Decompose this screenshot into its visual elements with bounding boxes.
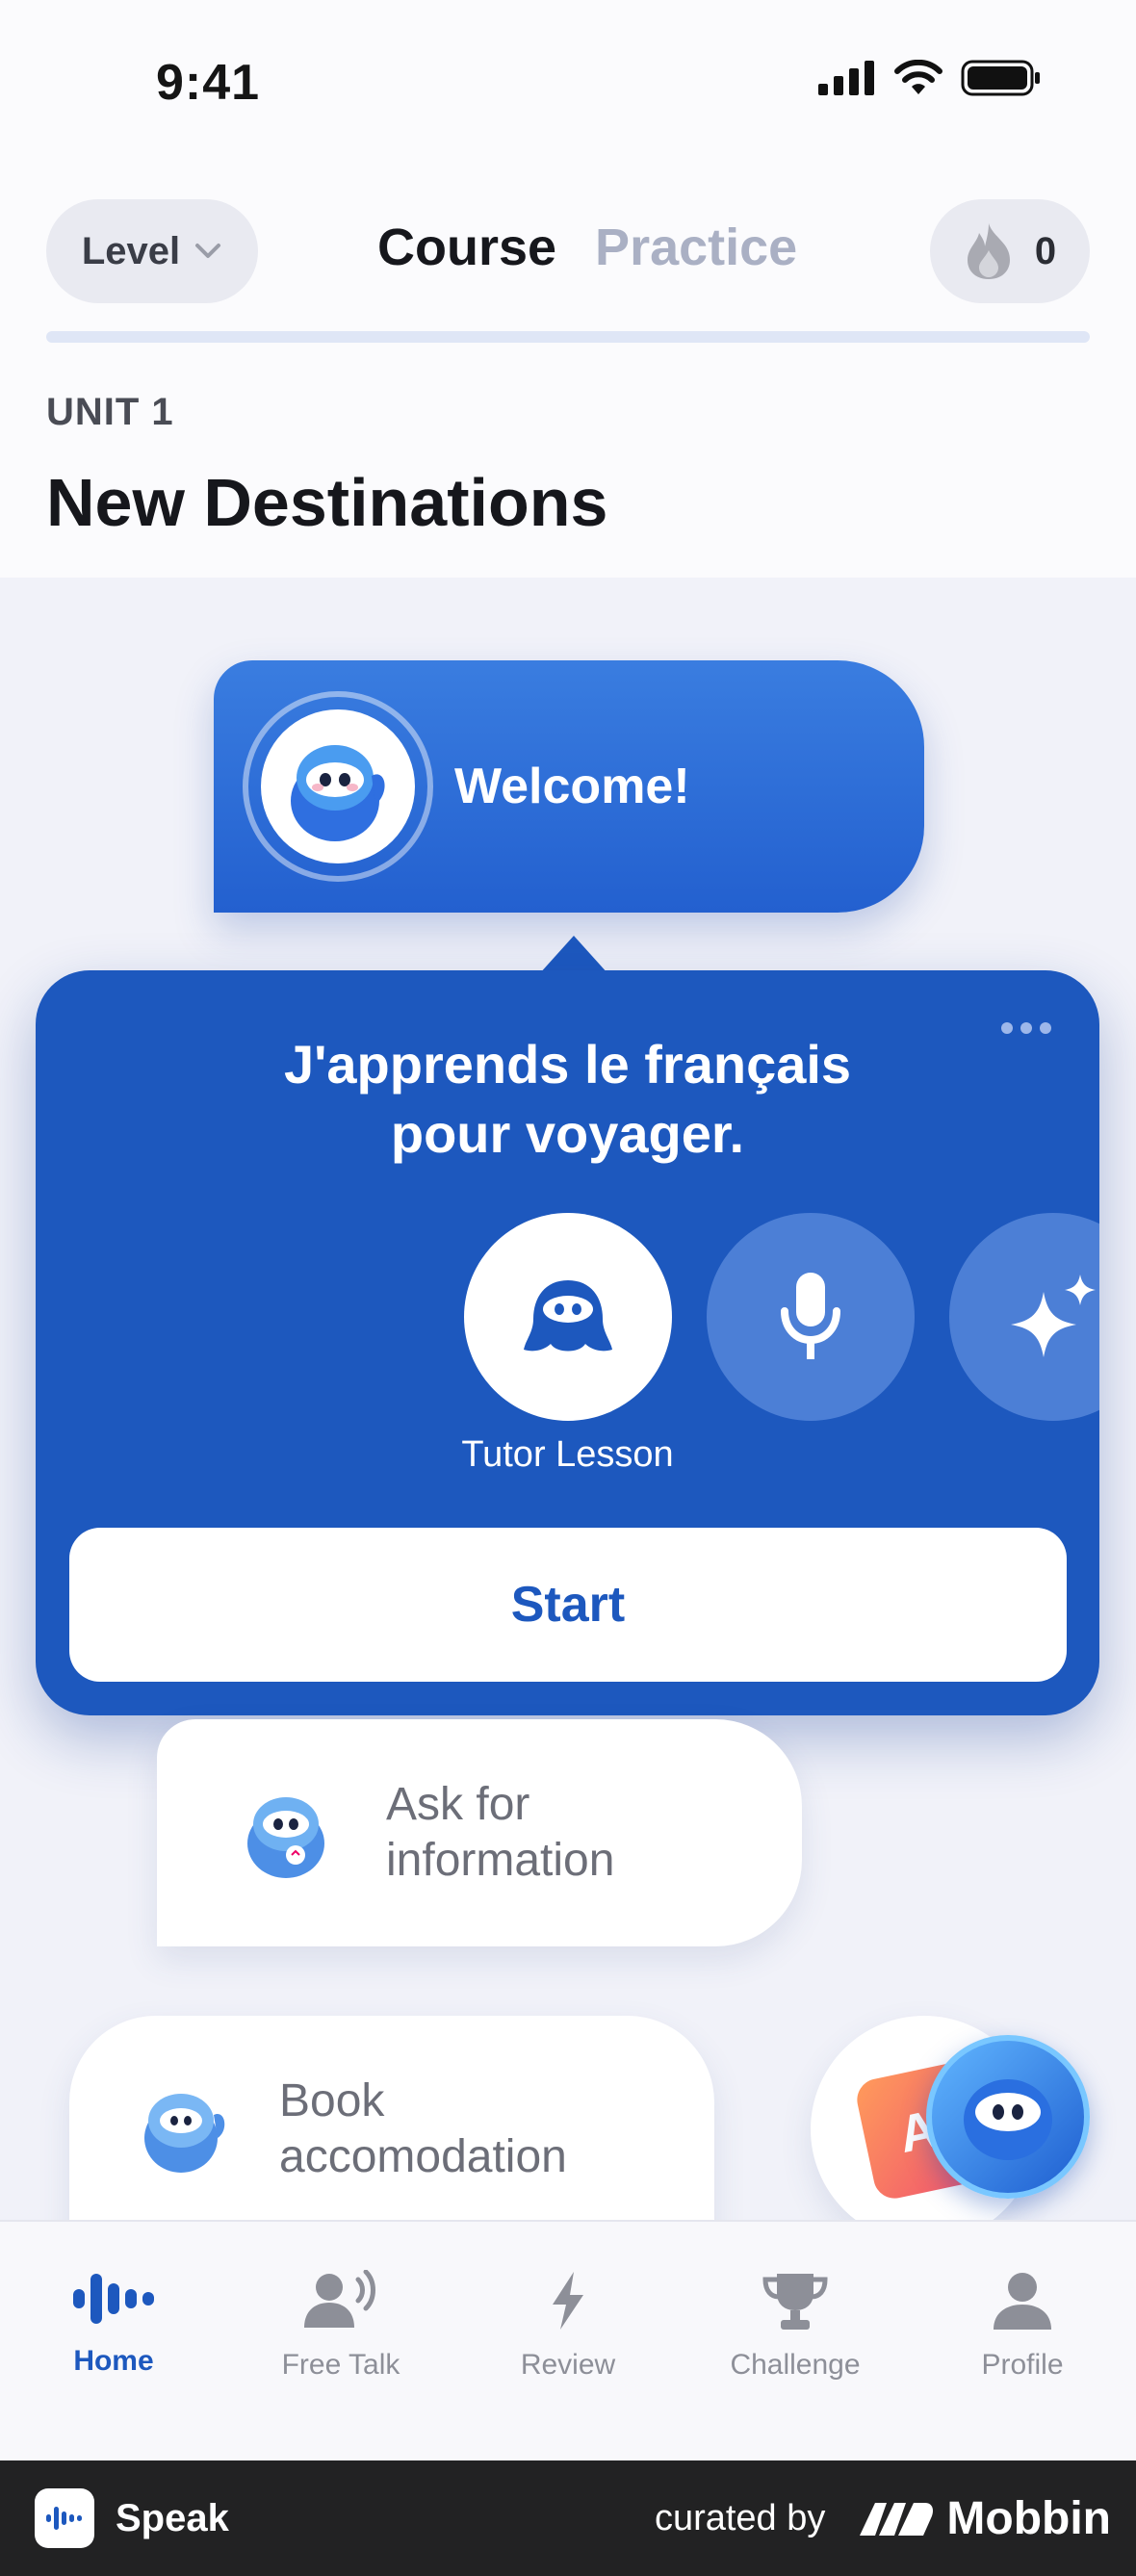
nav-challenge[interactable]: Challenge <box>682 2222 909 2462</box>
signal-icon <box>818 61 874 95</box>
lesson-card-book-accomodation[interactable]: Book accomodation <box>69 2016 714 2243</box>
nav-home[interactable]: Home <box>0 2222 227 2462</box>
nav-profile[interactable]: Profile <box>909 2222 1136 2462</box>
lesson-mascot-icon <box>119 2067 245 2192</box>
popover-pointer <box>539 936 608 974</box>
nav-label: Challenge <box>730 2349 861 2381</box>
free-talk-icon <box>304 2270 375 2328</box>
chevron-down-icon <box>195 244 221 258</box>
tutor-floating-button[interactable] <box>926 2035 1090 2199</box>
welcome-label: Welcome! <box>454 759 690 814</box>
nav-review[interactable]: Review <box>454 2222 682 2462</box>
lesson-title-line-1: Ask for <box>386 1779 530 1830</box>
tab-course[interactable]: Course <box>377 218 556 277</box>
streak-counter[interactable]: 0 <box>930 199 1090 303</box>
trophy-icon <box>762 2274 828 2330</box>
lesson-title-line-2: information <box>386 1835 615 1886</box>
tutor-mascot-icon <box>291 745 385 841</box>
level-selector[interactable]: Level <box>46 199 258 303</box>
status-time: 9:41 <box>156 55 261 111</box>
start-button[interactable]: Start <box>69 1528 1067 1682</box>
curated-by-label: curated by <box>654 2497 826 2538</box>
mode-label: Tutor Lesson <box>461 1434 674 1475</box>
tutor-lesson-button[interactable] <box>464 1213 672 1421</box>
nav-label: Home <box>73 2345 154 2377</box>
tutor-ghost-icon <box>524 1280 612 1352</box>
lesson-title-line-1: Book <box>279 2075 385 2126</box>
nav-label: Free Talk <box>281 2349 400 2381</box>
wifi-icon <box>894 60 942 94</box>
attribution-footer: Speak curated by Mobbin <box>0 2460 1136 2576</box>
microphone-icon <box>781 1273 840 1359</box>
tab-practice[interactable]: Practice <box>595 218 797 277</box>
home-waveform-icon <box>73 2274 154 2324</box>
speak-logo-icon <box>35 2488 94 2548</box>
level-label: Level <box>81 229 181 272</box>
lesson-title-line-2: accomodation <box>279 2131 567 2182</box>
welcome-lesson-card[interactable]: Welcome! <box>214 660 924 913</box>
bottom-navigation: Home Free Talk Review Challenge Profile <box>0 2220 1136 2462</box>
nav-free-talk[interactable]: Free Talk <box>227 2222 454 2462</box>
battery-icon <box>961 60 1040 96</box>
mobbin-brand: Mobbin <box>858 2492 1111 2545</box>
streak-count: 0 <box>1034 229 1057 272</box>
tutor-face-icon <box>964 2079 1052 2160</box>
brand-name: Mobbin <box>946 2492 1111 2544</box>
speaking-mode-button[interactable] <box>707 1213 915 1421</box>
unit-title: New Destinations <box>46 465 608 540</box>
lesson-title: Book accomodation <box>279 2074 567 2185</box>
unit-label: UNIT 1 <box>46 391 174 433</box>
app-name: Speak <box>116 2496 229 2539</box>
bolt-icon <box>553 2272 583 2330</box>
tutor-avatar <box>261 709 415 863</box>
status-icons <box>818 60 1042 96</box>
nav-label: Profile <box>981 2349 1064 2381</box>
nav-label: Review <box>520 2349 616 2381</box>
lesson-card-ask-for-information[interactable]: Ask for information <box>157 1719 802 1946</box>
person-icon <box>994 2273 1051 2330</box>
mobbin-logo-icon <box>860 2503 934 2536</box>
ai-mode-button[interactable] <box>949 1213 1099 1421</box>
lesson-mascot-icon <box>226 1770 351 1895</box>
mode-tabs: Course Practice <box>377 218 797 277</box>
flame-icon <box>967 223 1010 279</box>
lesson-title: Ask for information <box>386 1777 614 1889</box>
welcome-progress-ring <box>243 691 433 882</box>
unit-progress-bar <box>46 331 1090 343</box>
sparkle-icon <box>1011 1275 1096 1357</box>
